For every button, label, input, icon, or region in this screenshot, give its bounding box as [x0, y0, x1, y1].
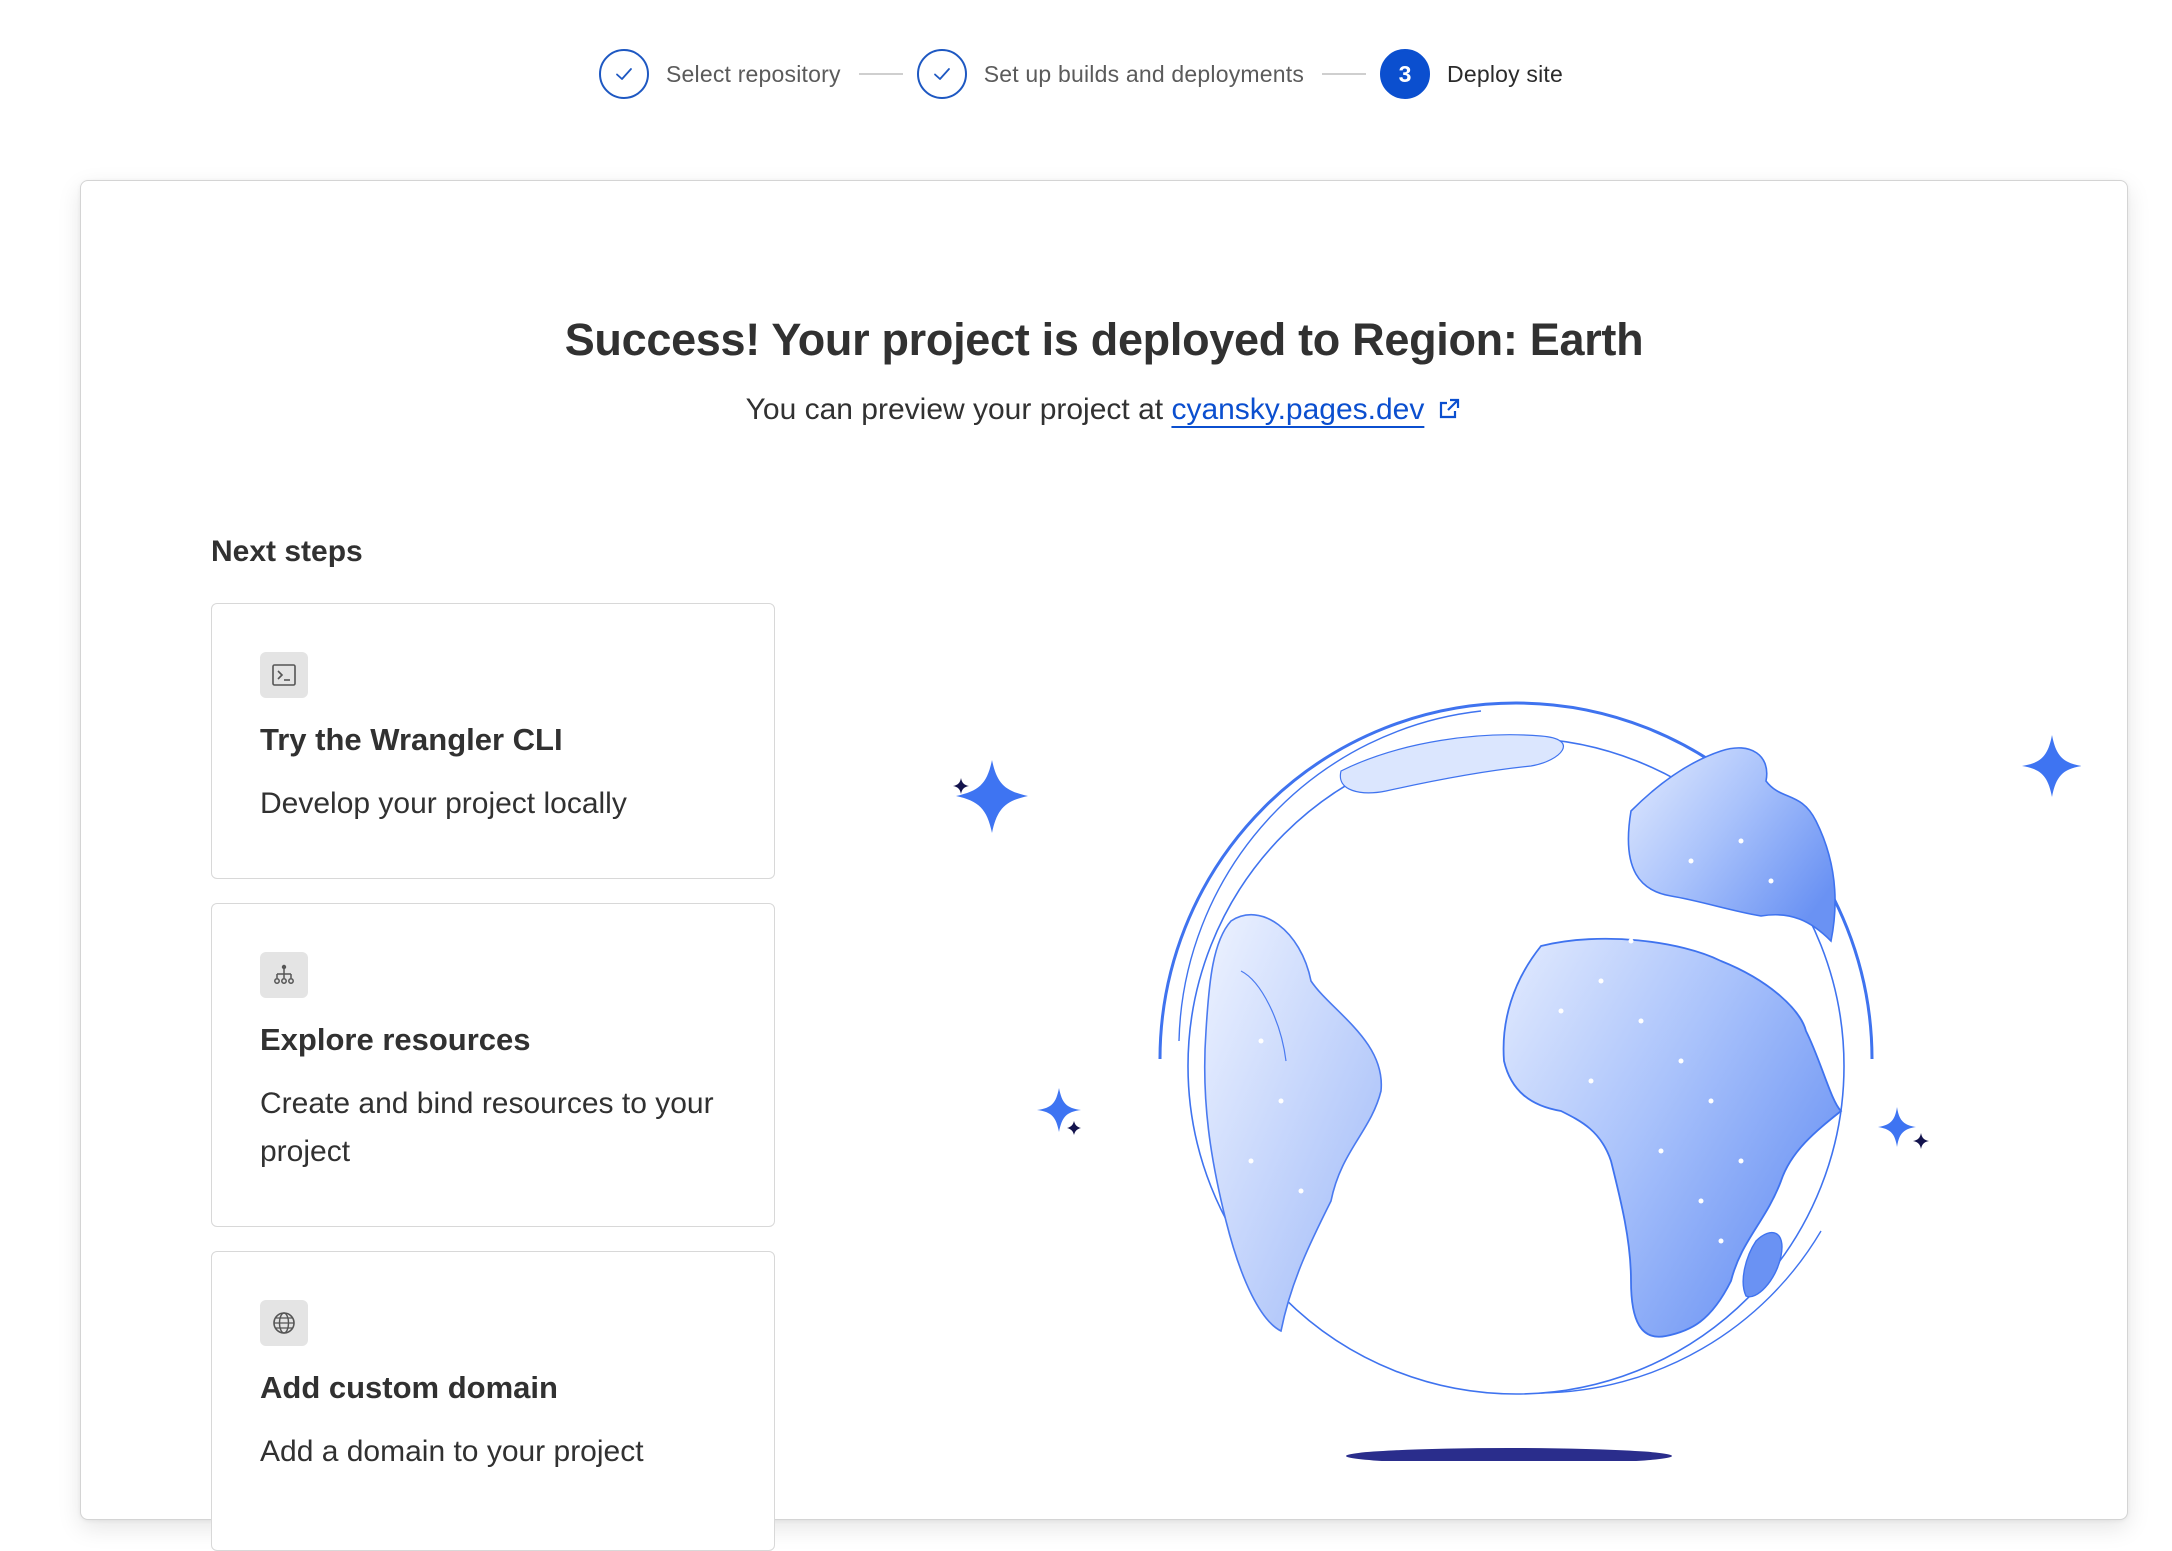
next-steps-heading: Next steps	[211, 535, 363, 568]
step-label: Select repository	[665, 60, 841, 87]
deployment-success-card: Success! Your project is deployed to Reg…	[80, 180, 2128, 1551]
preview-text: You can preview your project at cyansky.…	[81, 393, 2127, 430]
card-description: Add a domain to your project	[260, 1435, 644, 1468]
step-deploy-site: 3 Deploy site	[1380, 49, 1563, 99]
step-label: Set up builds and deployments	[983, 60, 1305, 87]
check-icon	[598, 49, 649, 99]
card-title: Explore resources	[260, 1022, 531, 1057]
globe-icon	[260, 1300, 308, 1346]
next-step-card-wrangler[interactable]: Try the Wrangler CLI Develop your projec…	[211, 603, 775, 879]
card-title: Try the Wrangler CLI	[260, 722, 563, 757]
card-title: Add custom domain	[260, 1370, 558, 1405]
step-divider	[858, 73, 903, 75]
next-step-card-resources[interactable]: Explore resources Create and bind resour…	[211, 903, 775, 1227]
preview-link[interactable]: cyansky.pages.dev	[1171, 393, 1424, 426]
preview-prefix: You can preview your project at	[745, 393, 1164, 426]
step-divider	[1322, 73, 1367, 75]
earth-globe-illustration	[841, 681, 2082, 1464]
check-icon	[916, 49, 967, 99]
step-select-repository: Select repository	[598, 49, 841, 99]
card-description: Develop your project locally	[260, 787, 627, 820]
step-setup-builds: Set up builds and deployments	[916, 49, 1305, 99]
page-title: Success! Your project is deployed to Reg…	[564, 314, 1644, 365]
terminal-icon	[260, 652, 308, 698]
step-label: Deploy site	[1447, 60, 1564, 87]
deployment-stepper: Select repository Set up builds and depl…	[0, 48, 2172, 100]
external-link-icon[interactable]	[1436, 396, 1462, 430]
next-step-card-domain[interactable]: Add custom domain Add a domain to your p…	[211, 1251, 775, 1551]
step-number-badge: 3	[1380, 49, 1431, 99]
card-description: Create and bind resources to your projec…	[260, 1087, 714, 1168]
sitemap-icon	[260, 952, 308, 998]
